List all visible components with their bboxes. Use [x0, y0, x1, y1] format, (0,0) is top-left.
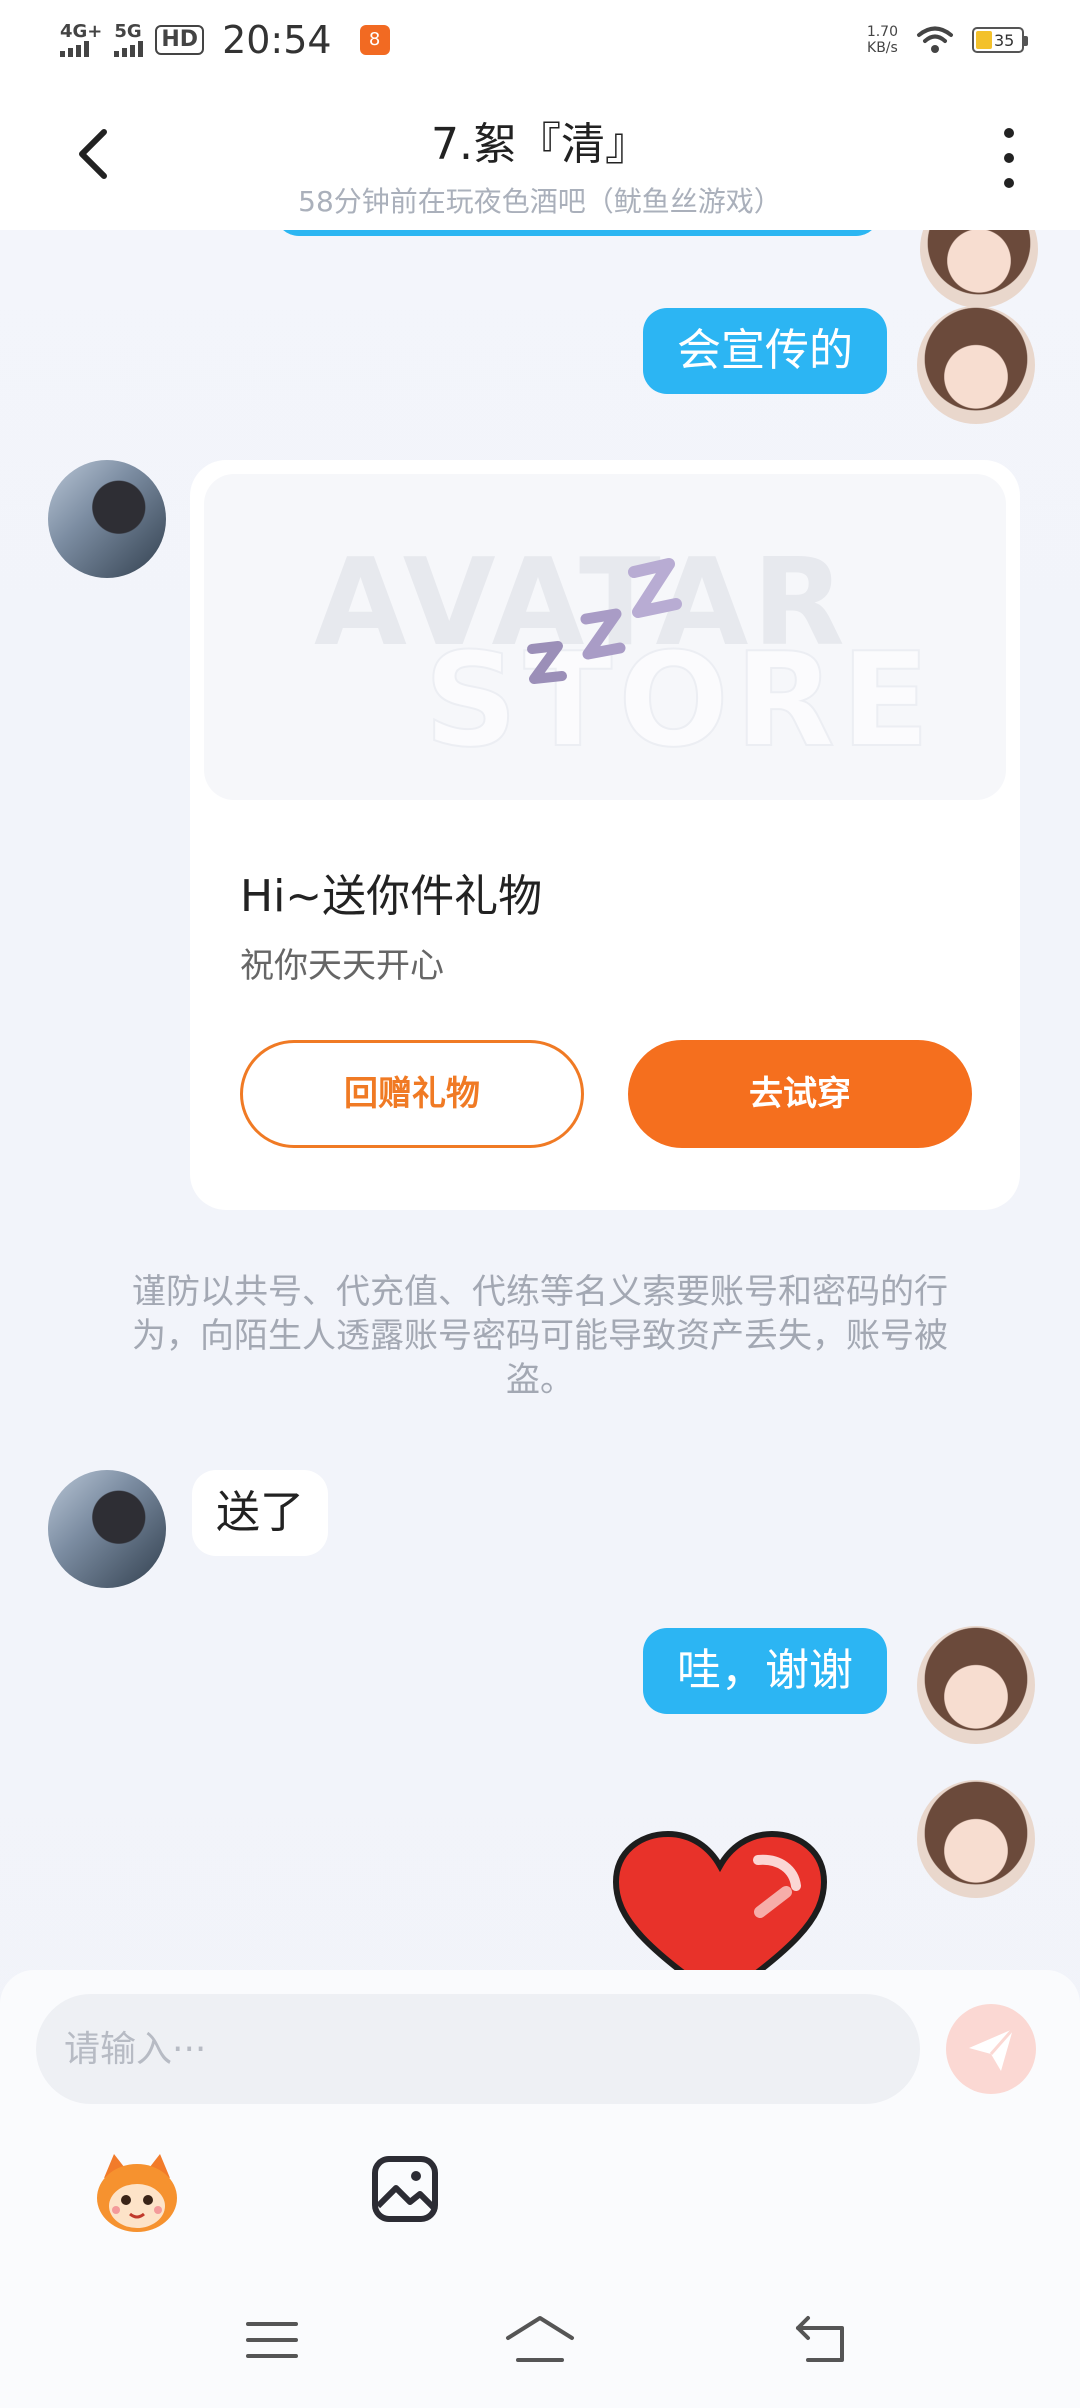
mascot-icon[interactable] [92, 2148, 182, 2238]
status-bar: 4G+ 5G HD 20:54 8 1.70 KB/s 35 [0, 0, 1080, 84]
home-icon[interactable] [504, 2310, 576, 2370]
send-icon [969, 2028, 1015, 2071]
message-list[interactable]: 会宣传的 AVATAR STORE Hi~送你件礼物 祝你天天开心 回赠礼物 去… [0, 230, 1080, 1970]
gift-message: 祝你天天开心 [240, 946, 444, 986]
signal-bars-icon [60, 41, 89, 57]
contact-avatar[interactable] [48, 1470, 166, 1588]
contact-status: 58分钟前在玩夜色酒吧（鱿鱼丝游戏） [298, 185, 782, 218]
contact-avatar[interactable] [48, 460, 166, 578]
signal-bars-icon [114, 41, 144, 57]
gift-title: Hi~送你件礼物 [240, 871, 543, 922]
message-bubble-sent[interactable]: 哇，谢谢 [643, 1628, 887, 1714]
sleep-zzz-icon [527, 558, 682, 684]
security-warning: 谨防以共号、代充值、代练等名义索要账号和密码的行为，向陌生人透露账号密码可能导致… [132, 1272, 948, 1400]
image-icon[interactable] [370, 2154, 440, 2224]
clock: 20:54 [222, 18, 332, 62]
my-avatar[interactable] [917, 1626, 1035, 1744]
chat-header: 7.絮『清』 58分钟前在玩夜色酒吧（鱿鱼丝游戏） [0, 84, 1080, 230]
wifi-icon [917, 26, 953, 53]
more-icon[interactable] [994, 128, 1024, 188]
signal-5g: 5G [114, 23, 144, 57]
my-avatar[interactable] [917, 1780, 1035, 1898]
my-avatar[interactable] [917, 306, 1035, 424]
signal-4g: 4G+ [60, 23, 102, 57]
message-input-box[interactable] [36, 1994, 920, 2104]
contact-name[interactable]: 7.絮『清』 [0, 108, 1080, 172]
menu-icon[interactable] [242, 2310, 302, 2370]
gift-card[interactable]: AVATAR STORE Hi~送你件礼物 祝你天天开心 回赠礼物 去试穿 [190, 460, 1020, 1210]
network-speed: 1.70 KB/s [866, 24, 898, 56]
message-bubble-received[interactable]: 送了 [192, 1470, 328, 1556]
gift-image: AVATAR STORE [204, 474, 1006, 800]
return-gift-button[interactable]: 回赠礼物 [240, 1040, 584, 1148]
partial-message-bubble [275, 230, 880, 236]
chat-screen: 4G+ 5G HD 20:54 8 1.70 KB/s 35 7.絮『清』 58… [0, 0, 1080, 2408]
app-notification-icon: 8 [359, 25, 390, 55]
battery-icon: 35 [972, 27, 1028, 53]
composer [0, 1970, 1080, 2408]
hd-icon: HD [155, 25, 205, 55]
heart-sticker-icon[interactable] [610, 1830, 830, 1970]
my-avatar[interactable] [920, 230, 1038, 308]
message-bubble-sent[interactable]: 会宣传的 [643, 308, 887, 394]
try-on-button[interactable]: 去试穿 [628, 1040, 972, 1148]
message-input[interactable] [36, 1994, 920, 2104]
send-button[interactable] [946, 2004, 1036, 2094]
return-icon[interactable] [792, 2310, 852, 2370]
